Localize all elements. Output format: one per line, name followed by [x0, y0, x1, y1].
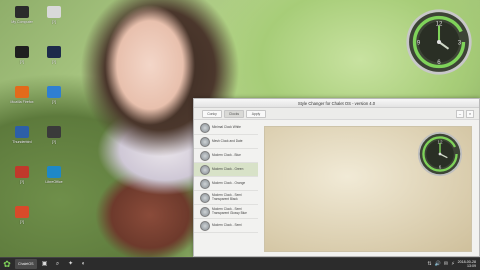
clock-item-label: Modern Clock - Semi Transparent Glossy B… [212, 206, 247, 215]
gimp-icon [47, 126, 61, 138]
clock-item-label: Mesh Clock and Date [212, 138, 243, 143]
tab-clocks[interactable]: Clocks [224, 109, 244, 118]
clock-list-item[interactable]: Minimal Clock White [194, 121, 258, 135]
svg-text:6: 6 [437, 59, 441, 66]
clock-thumbnail-icon [200, 164, 210, 175]
firefox-icon [15, 86, 29, 98]
start-menu-icon[interactable]: ✿ [2, 259, 12, 269]
volume-icon[interactable]: 🔊 [435, 259, 441, 269]
taskbar-app-button[interactable]: ChaletOS [15, 259, 37, 269]
clock-preview-panel: 12 6 [264, 126, 472, 252]
clock-item-label: Modern Clock - Semi [212, 222, 242, 227]
desktop-icon-label: [?] [20, 180, 24, 184]
desktop-icon-label: [?] [20, 60, 24, 64]
style-changer-window: Style Changer for Chalet OS - version 4.… [193, 98, 480, 257]
desktop-icon-label: [?] [52, 140, 56, 144]
desktop-icon[interactable]: [?] [36, 86, 72, 104]
desktop-icon[interactable]: Mozilla Firefox [4, 86, 40, 104]
minimize-button[interactable]: – [456, 110, 464, 118]
desktop-icon[interactable]: [?] [36, 6, 72, 24]
preview-clock: 12 6 [417, 131, 463, 177]
svg-text:6: 6 [439, 165, 442, 170]
clock-list-item[interactable]: Modern Clock - Green [194, 163, 258, 177]
store-icon [15, 206, 29, 218]
power-icon[interactable]: ⚡ [451, 259, 455, 269]
svg-text:9: 9 [417, 40, 421, 47]
desktop-icon-label: Thunderbird [12, 140, 32, 144]
system-tray: ⇅ 🔊 ✉ ⚡ 2018-00-28 13:09 [427, 259, 480, 269]
taskbar: ✿ ChaletOS ▣ ⌕ ✦ ◐ ⇅ 🔊 ✉ ⚡ 2018-00-28 13… [0, 257, 480, 270]
globe-icon [47, 86, 61, 98]
desktop-icon[interactable]: Thunderbird [4, 126, 40, 144]
clock-thumbnail-icon [200, 122, 210, 133]
clock-list-item[interactable]: Modern Clock - Semi Transparent Glossy B… [194, 205, 258, 219]
clock-item-label: Modern Clock - Semi Transparent Black [212, 192, 242, 201]
close-button[interactable]: × [466, 110, 474, 118]
search-icon[interactable]: ⌕ [53, 259, 63, 269]
desktop-icon[interactable]: My Computer [4, 6, 40, 24]
desktop-icon-label: [?] [52, 60, 56, 64]
clock-item-label: Minimal Clock White [212, 124, 241, 129]
style-changer-icon[interactable]: ◐ [79, 259, 89, 269]
clock-thumbnail-icon [200, 220, 210, 231]
clock-item-label: Modern Clock - Orange [212, 180, 246, 185]
clock-item-label: Modern Clock - Blue [212, 152, 241, 157]
libreoffice-icon [47, 166, 61, 178]
desktop-icon[interactable]: [?] [4, 206, 40, 224]
screen-icon [47, 46, 61, 58]
clock-list-item[interactable]: Modern Clock - Blue [194, 149, 258, 163]
clock-thumbnail-icon [200, 206, 210, 217]
desktop-icon[interactable]: [?] [4, 46, 40, 64]
clock-list-item[interactable]: Mesh Clock and Date [194, 135, 258, 149]
desktop-icon-label: Mozilla Firefox [10, 100, 34, 104]
terminal-icon [15, 46, 29, 58]
mail-icon [15, 126, 29, 138]
desktop-icon-label: [?] [52, 100, 56, 104]
desktop-icon-label: LibreOffice [45, 180, 63, 184]
app-icon [15, 166, 29, 178]
tab-apply[interactable]: Apply [246, 109, 266, 118]
desktop-icon[interactable]: LibreOffice [36, 166, 72, 184]
network-icon[interactable]: ⇅ [427, 259, 431, 269]
clock-thumbnail-icon [200, 192, 210, 203]
window-toolbar: Conky Clocks Apply – × [194, 108, 479, 120]
computer-icon [15, 6, 29, 18]
desktop-clock-widget: 12 6 9 3 [406, 9, 472, 75]
clock-thumbnail-icon [200, 178, 210, 189]
taskbar-clock[interactable]: 2018-00-28 13:09 [458, 260, 476, 268]
settings-icon[interactable]: ✦ [66, 259, 76, 269]
mail-icon[interactable]: ✉ [444, 259, 448, 269]
desktop-icon-label: My Computer [11, 20, 33, 24]
clock-item-label: Modern Clock - Green [212, 166, 244, 171]
clock-thumbnail-icon [200, 150, 210, 161]
clock-thumbnail-icon [200, 136, 210, 147]
clock-list-item[interactable]: Modern Clock - Semi Transparent Black [194, 191, 258, 205]
desktop-icon[interactable]: [?] [4, 166, 40, 184]
svg-text:3: 3 [458, 40, 462, 47]
clock-list-item[interactable]: Modern Clock - Orange [194, 177, 258, 191]
document-icon [47, 6, 61, 18]
files-icon[interactable]: ▣ [40, 259, 50, 269]
window-title: Style Changer for Chalet OS - version 4.… [194, 99, 479, 108]
desktop-icon-label: [?] [20, 220, 24, 224]
desktop-icon[interactable]: [?] [36, 46, 72, 64]
clock-style-list: Minimal Clock White Mesh Clock and Date Mo… [194, 121, 258, 257]
desktop-icon[interactable]: [?] [36, 126, 72, 144]
desktop-icon-label: [?] [52, 20, 56, 24]
tab-conky[interactable]: Conky [202, 109, 222, 118]
clock-list-item[interactable]: Modern Clock - Semi [194, 219, 258, 233]
